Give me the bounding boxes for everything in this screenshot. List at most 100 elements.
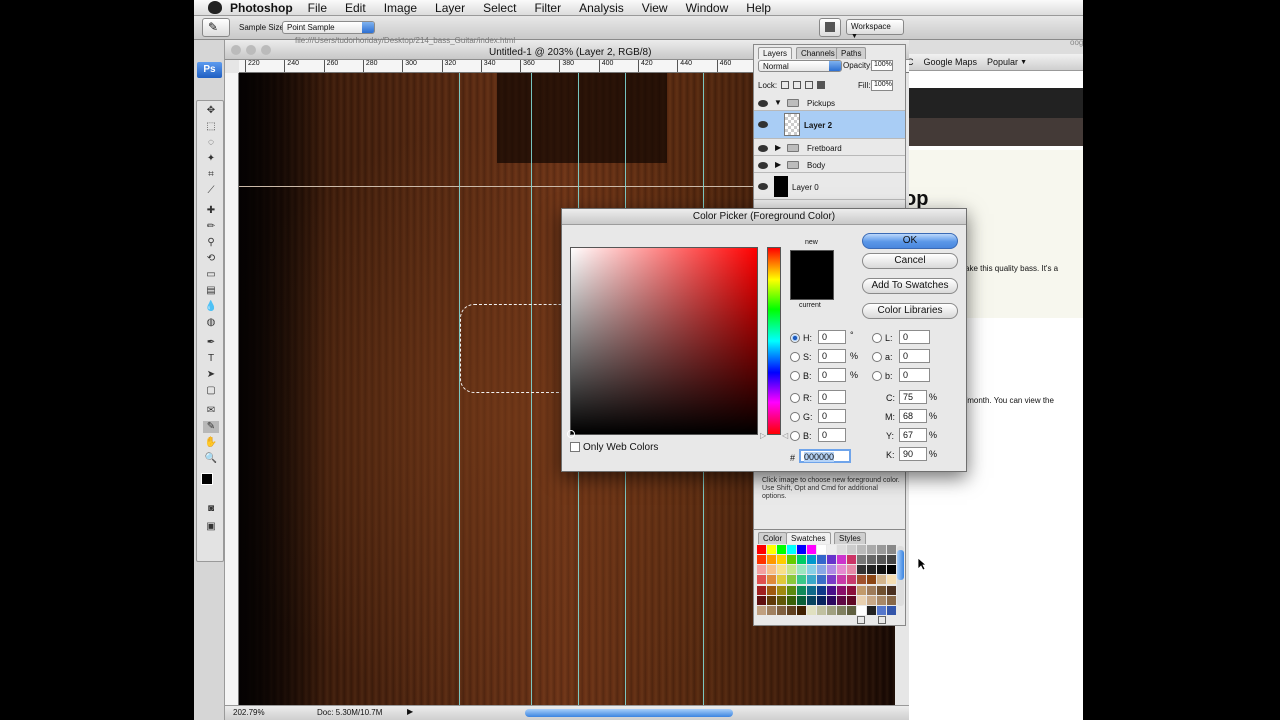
swatch[interactable] xyxy=(877,585,886,595)
swatch[interactable] xyxy=(767,545,776,554)
web-colors-checkbox[interactable] xyxy=(570,442,580,452)
swatch[interactable] xyxy=(807,595,816,605)
black-field[interactable]: 90 xyxy=(899,447,927,461)
swatch[interactable] xyxy=(787,555,796,565)
close-icon[interactable] xyxy=(231,45,241,55)
yellow-field[interactable]: 67 xyxy=(899,428,927,442)
layer-row[interactable]: ▼ Pickups xyxy=(754,95,905,111)
sample-size-select[interactable]: Point Sample xyxy=(282,21,375,34)
crop-tool-icon[interactable]: ⌗ xyxy=(203,169,219,181)
swatch[interactable] xyxy=(887,585,896,595)
layer-row-selected[interactable]: Layer 2 xyxy=(754,111,905,139)
saturation-field[interactable]: 0 xyxy=(818,349,846,363)
swatch[interactable] xyxy=(817,585,826,595)
healing-brush-icon[interactable]: ✚ xyxy=(203,205,219,217)
hue-slider[interactable] xyxy=(767,247,781,435)
swatch[interactable] xyxy=(837,565,846,575)
swatch[interactable] xyxy=(847,605,856,615)
swatch[interactable] xyxy=(767,555,776,565)
pen-tool-icon[interactable]: ✒ xyxy=(203,337,219,349)
current-color-preview[interactable] xyxy=(790,275,834,300)
slice-tool-icon[interactable]: ⟋ xyxy=(203,185,219,197)
swatch[interactable] xyxy=(837,575,846,585)
menu-edit[interactable]: Edit xyxy=(345,1,366,15)
path-selection-icon[interactable]: ➤ xyxy=(203,369,219,381)
chevron-right-icon[interactable]: ▶ xyxy=(775,160,781,169)
red-radio[interactable] xyxy=(790,393,800,403)
swatch[interactable] xyxy=(887,605,896,615)
green-radio[interactable] xyxy=(790,412,800,422)
swatch[interactable] xyxy=(867,605,876,615)
swatch[interactable] xyxy=(837,585,846,595)
swatch[interactable] xyxy=(827,595,836,605)
lock-move-icon[interactable] xyxy=(805,81,813,89)
move-tool-icon[interactable]: ✥ xyxy=(203,105,219,117)
tab-paths[interactable]: Paths xyxy=(836,47,867,59)
foreground-color-swatch[interactable] xyxy=(201,473,213,485)
color-field[interactable] xyxy=(567,247,758,438)
history-brush-icon[interactable]: ⟲ xyxy=(203,253,219,265)
zoom-tool-icon[interactable]: 🔍 xyxy=(203,453,219,465)
hue-radio[interactable] xyxy=(790,333,800,343)
swatch[interactable] xyxy=(867,595,876,605)
swatch[interactable] xyxy=(837,595,846,605)
swatch[interactable] xyxy=(847,545,856,554)
swatch[interactable] xyxy=(847,585,856,595)
a-channel-radio[interactable] xyxy=(872,352,882,362)
swatch[interactable] xyxy=(887,555,896,565)
swatch[interactable] xyxy=(757,575,766,585)
hue-field[interactable]: 0 xyxy=(818,330,846,344)
layer-row[interactable]: Layer 0 xyxy=(754,174,905,200)
status-menu-icon[interactable]: ▶ xyxy=(407,707,413,716)
swatch[interactable] xyxy=(787,585,796,595)
menu-window[interactable]: Window xyxy=(686,1,729,15)
apple-icon[interactable] xyxy=(208,1,222,14)
swatch[interactable] xyxy=(767,565,776,575)
menu-image[interactable]: Image xyxy=(384,1,417,15)
swatch[interactable] xyxy=(797,595,806,605)
tab-styles[interactable]: Styles xyxy=(834,532,866,544)
eye-icon[interactable] xyxy=(758,121,768,128)
lasso-tool-icon[interactable]: ◌ xyxy=(203,137,219,149)
hue-slider-left-arrow[interactable]: ▷ xyxy=(760,431,766,440)
swatch[interactable] xyxy=(827,545,836,554)
swatch[interactable] xyxy=(867,565,876,575)
menu-select[interactable]: Select xyxy=(483,1,516,15)
minimize-icon[interactable] xyxy=(246,45,256,55)
color-libraries-button[interactable]: Color Libraries xyxy=(862,303,958,319)
blue-radio[interactable] xyxy=(790,431,800,441)
dodge-tool-icon[interactable]: ◍ xyxy=(203,317,219,329)
blend-mode-select[interactable]: Normal xyxy=(758,60,842,72)
quick-mask-icon[interactable]: ◙ xyxy=(203,503,219,515)
hand-tool-icon[interactable]: ✋ xyxy=(203,437,219,449)
trash-icon[interactable] xyxy=(878,616,886,624)
swatch-scrollbar[interactable] xyxy=(897,546,904,606)
bookmark-google-maps[interactable]: Google Maps xyxy=(924,57,978,67)
swatch[interactable] xyxy=(787,575,796,585)
swatch[interactable] xyxy=(757,565,766,575)
lock-paint-icon[interactable] xyxy=(793,81,801,89)
swatch[interactable] xyxy=(837,545,846,554)
swatch[interactable] xyxy=(797,565,806,575)
swatch[interactable] xyxy=(827,585,836,595)
swatch[interactable] xyxy=(797,585,806,595)
screen-mode-icon[interactable]: ▣ xyxy=(203,521,219,533)
cyan-field[interactable]: 75 xyxy=(899,390,927,404)
swatch[interactable] xyxy=(867,575,876,585)
swatch[interactable] xyxy=(857,565,866,575)
cancel-button[interactable]: Cancel xyxy=(862,253,958,269)
swatch[interactable] xyxy=(847,575,856,585)
swatch[interactable] xyxy=(767,575,776,585)
menu-help[interactable]: Help xyxy=(746,1,771,15)
zoom-icon[interactable] xyxy=(261,45,271,55)
swatch[interactable] xyxy=(777,555,786,565)
swatch[interactable] xyxy=(887,545,896,554)
horizontal-scrollbar-thumb[interactable] xyxy=(525,709,733,717)
swatch[interactable] xyxy=(777,575,786,585)
layer-row[interactable]: ▶ Fretboard xyxy=(754,140,905,156)
swatch[interactable] xyxy=(867,555,876,565)
swatch[interactable] xyxy=(847,555,856,565)
swatch[interactable] xyxy=(887,595,896,605)
swatch[interactable] xyxy=(827,565,836,575)
eye-icon[interactable] xyxy=(758,183,768,190)
